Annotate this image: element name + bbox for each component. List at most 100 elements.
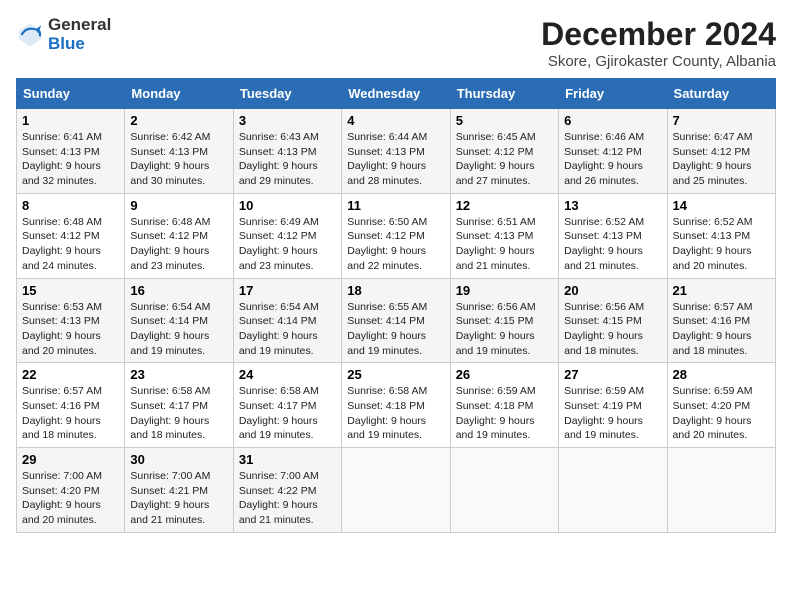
day-detail: Sunrise: 6:48 AM Sunset: 4:12 PM Dayligh… [130,215,227,274]
day-number: 19 [456,283,553,298]
calendar-week-5: 29Sunrise: 7:00 AM Sunset: 4:20 PM Dayli… [17,448,776,533]
day-number: 12 [456,198,553,213]
calendar-cell: 19 Sunrise: 6:56 AM Sunset: 4:15 PM Dayli… [450,278,558,363]
day-number: 15 [22,283,119,298]
calendar-cell: 26 Sunrise: 6:59 AM Sunset: 4:18 PM Dayli… [450,363,558,448]
day-detail: Sunrise: 6:50 AM Sunset: 4:12 PM Dayligh… [347,215,444,274]
calendar-cell: 12 Sunrise: 6:51 AM Sunset: 4:13 PM Dayli… [450,193,558,278]
calendar-cell [342,448,450,533]
day-number: 6 [564,113,661,128]
calendar-cell: 5 Sunrise: 6:45 AM Sunset: 4:12 PM Daylig… [450,109,558,194]
day-detail: Sunrise: 6:57 AM Sunset: 4:16 PM Dayligh… [22,384,119,443]
column-header-thursday: Thursday [450,79,558,109]
day-number: 29 [22,452,119,467]
day-number: 2 [130,113,227,128]
day-detail: Sunrise: 6:47 AM Sunset: 4:12 PM Dayligh… [673,130,770,189]
calendar-cell: 29Sunrise: 7:00 AM Sunset: 4:20 PM Dayli… [17,448,125,533]
calendar-cell: 30 Sunrise: 7:00 AM Sunset: 4:21 PM Dayli… [125,448,233,533]
calendar-table: SundayMondayTuesdayWednesdayThursdayFrid… [16,78,776,533]
calendar-cell: 17 Sunrise: 6:54 AM Sunset: 4:14 PM Dayli… [233,278,341,363]
day-number: 5 [456,113,553,128]
day-detail: Sunrise: 6:58 AM Sunset: 4:17 PM Dayligh… [239,384,336,443]
calendar-cell: 6 Sunrise: 6:46 AM Sunset: 4:12 PM Daylig… [559,109,667,194]
day-detail: Sunrise: 6:51 AM Sunset: 4:13 PM Dayligh… [456,215,553,274]
day-detail: Sunrise: 6:52 AM Sunset: 4:13 PM Dayligh… [673,215,770,274]
day-detail: Sunrise: 6:58 AM Sunset: 4:18 PM Dayligh… [347,384,444,443]
calendar-cell [667,448,775,533]
day-detail: Sunrise: 6:55 AM Sunset: 4:14 PM Dayligh… [347,300,444,359]
day-number: 20 [564,283,661,298]
day-detail: Sunrise: 6:58 AM Sunset: 4:17 PM Dayligh… [130,384,227,443]
calendar-cell: 25 Sunrise: 6:58 AM Sunset: 4:18 PM Dayli… [342,363,450,448]
day-detail: Sunrise: 6:52 AM Sunset: 4:13 PM Dayligh… [564,215,661,274]
day-number: 24 [239,367,336,382]
day-detail: Sunrise: 6:59 AM Sunset: 4:18 PM Dayligh… [456,384,553,443]
column-header-monday: Monday [125,79,233,109]
calendar-cell: 27 Sunrise: 6:59 AM Sunset: 4:19 PM Dayli… [559,363,667,448]
day-number: 3 [239,113,336,128]
calendar-cell: 11 Sunrise: 6:50 AM Sunset: 4:12 PM Dayli… [342,193,450,278]
day-detail: Sunrise: 6:59 AM Sunset: 4:20 PM Dayligh… [673,384,770,443]
logo-icon [16,21,44,49]
day-detail: Sunrise: 6:45 AM Sunset: 4:12 PM Dayligh… [456,130,553,189]
day-detail: Sunrise: 6:42 AM Sunset: 4:13 PM Dayligh… [130,130,227,189]
day-number: 23 [130,367,227,382]
calendar-cell: 13 Sunrise: 6:52 AM Sunset: 4:13 PM Dayli… [559,193,667,278]
day-number: 22 [22,367,119,382]
day-detail: Sunrise: 7:00 AM Sunset: 4:21 PM Dayligh… [130,469,227,528]
calendar-cell: 4 Sunrise: 6:44 AM Sunset: 4:13 PM Daylig… [342,109,450,194]
column-header-tuesday: Tuesday [233,79,341,109]
calendar-cell: 21Sunrise: 6:57 AM Sunset: 4:16 PM Dayli… [667,278,775,363]
calendar-cell: 14 Sunrise: 6:52 AM Sunset: 4:13 PM Dayli… [667,193,775,278]
calendar-cell: 22 Sunrise: 6:57 AM Sunset: 4:16 PM Dayli… [17,363,125,448]
day-detail: Sunrise: 6:56 AM Sunset: 4:15 PM Dayligh… [456,300,553,359]
calendar-cell: 3 Sunrise: 6:43 AM Sunset: 4:13 PM Daylig… [233,109,341,194]
calendar-cell: 9Sunrise: 6:48 AM Sunset: 4:12 PM Daylig… [125,193,233,278]
day-number: 18 [347,283,444,298]
day-detail: Sunrise: 6:49 AM Sunset: 4:12 PM Dayligh… [239,215,336,274]
calendar-week-4: 22 Sunrise: 6:57 AM Sunset: 4:16 PM Dayli… [17,363,776,448]
day-number: 26 [456,367,553,382]
calendar-body: 1 Sunrise: 6:41 AM Sunset: 4:13 PM Daylig… [17,109,776,533]
day-number: 10 [239,198,336,213]
day-number: 8 [22,198,119,213]
day-number: 17 [239,283,336,298]
logo: General Blue [16,16,111,53]
day-detail: Sunrise: 6:43 AM Sunset: 4:13 PM Dayligh… [239,130,336,189]
calendar-cell: 16 Sunrise: 6:54 AM Sunset: 4:14 PM Dayli… [125,278,233,363]
day-detail: Sunrise: 6:41 AM Sunset: 4:13 PM Dayligh… [22,130,119,189]
calendar-week-2: 8 Sunrise: 6:48 AM Sunset: 4:12 PM Daylig… [17,193,776,278]
day-number: 4 [347,113,444,128]
day-detail: Sunrise: 6:54 AM Sunset: 4:14 PM Dayligh… [130,300,227,359]
day-number: 27 [564,367,661,382]
day-number: 1 [22,113,119,128]
day-detail: Sunrise: 6:44 AM Sunset: 4:13 PM Dayligh… [347,130,444,189]
calendar-cell: 20 Sunrise: 6:56 AM Sunset: 4:15 PM Dayli… [559,278,667,363]
day-number: 16 [130,283,227,298]
calendar-cell: 31Sunrise: 7:00 AM Sunset: 4:22 PM Dayli… [233,448,341,533]
calendar-cell: 23 Sunrise: 6:58 AM Sunset: 4:17 PM Dayli… [125,363,233,448]
day-number: 11 [347,198,444,213]
calendar-cell: 10 Sunrise: 6:49 AM Sunset: 4:12 PM Dayli… [233,193,341,278]
logo-blue-text: Blue [48,35,111,54]
day-detail: Sunrise: 6:54 AM Sunset: 4:14 PM Dayligh… [239,300,336,359]
column-header-saturday: Saturday [667,79,775,109]
day-detail: Sunrise: 6:46 AM Sunset: 4:12 PM Dayligh… [564,130,661,189]
calendar-cell: 15 Sunrise: 6:53 AM Sunset: 4:13 PM Dayli… [17,278,125,363]
day-number: 14 [673,198,770,213]
day-number: 21 [673,283,770,298]
day-detail: Sunrise: 6:56 AM Sunset: 4:15 PM Dayligh… [564,300,661,359]
calendar-cell: 18 Sunrise: 6:55 AM Sunset: 4:14 PM Dayli… [342,278,450,363]
calendar-cell [450,448,558,533]
day-detail: Sunrise: 6:59 AM Sunset: 4:19 PM Dayligh… [564,384,661,443]
day-number: 30 [130,452,227,467]
day-number: 31 [239,452,336,467]
day-number: 13 [564,198,661,213]
calendar-cell: 8 Sunrise: 6:48 AM Sunset: 4:12 PM Daylig… [17,193,125,278]
calendar-cell [559,448,667,533]
day-detail: Sunrise: 6:48 AM Sunset: 4:12 PM Dayligh… [22,215,119,274]
day-detail: Sunrise: 6:53 AM Sunset: 4:13 PM Dayligh… [22,300,119,359]
day-number: 25 [347,367,444,382]
calendar-cell: 28Sunrise: 6:59 AM Sunset: 4:20 PM Dayli… [667,363,775,448]
column-header-wednesday: Wednesday [342,79,450,109]
